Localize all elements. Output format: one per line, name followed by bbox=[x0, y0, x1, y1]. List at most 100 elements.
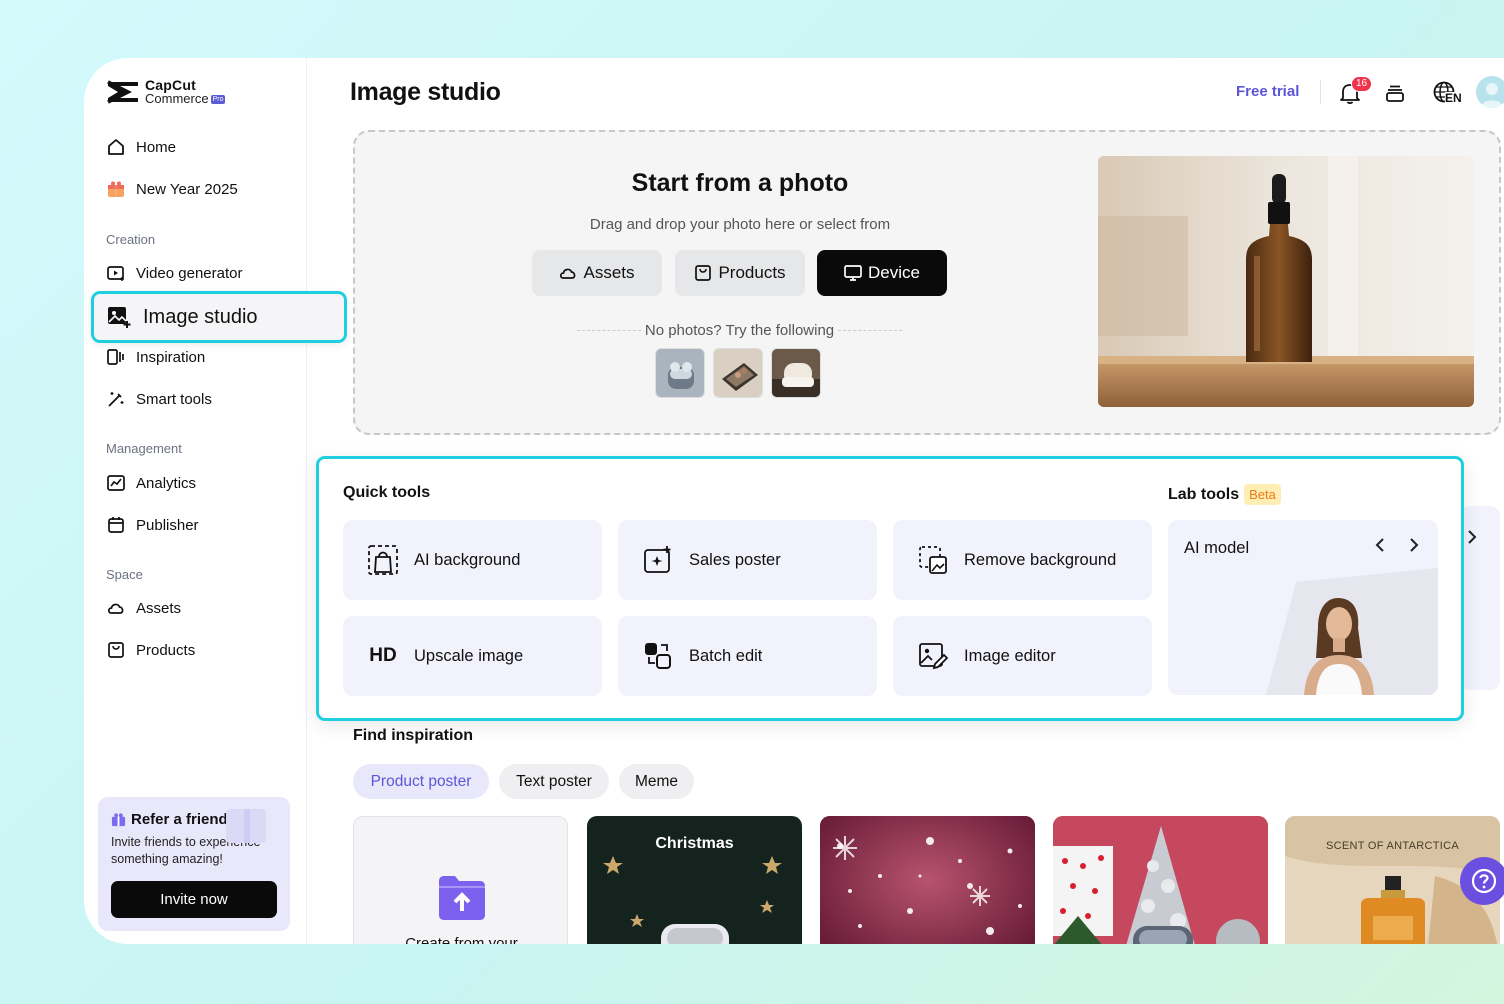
device-source-button[interactable]: Device bbox=[817, 250, 947, 296]
section-label-space: Space bbox=[106, 567, 143, 582]
inspiration-card-christmas[interactable]: Christmas bbox=[587, 816, 802, 944]
video-generator-icon bbox=[106, 263, 126, 283]
sidebar-item-label: Home bbox=[136, 138, 177, 156]
no-photos-text: No photos? Try the following bbox=[644, 322, 835, 339]
sidebar-item-smart-tools[interactable]: Smart tools bbox=[106, 385, 212, 413]
chevron-right-icon bbox=[1468, 530, 1477, 544]
sample-photo-palette[interactable] bbox=[713, 348, 763, 398]
cloud-icon bbox=[560, 268, 576, 279]
home-icon bbox=[106, 137, 126, 157]
sidebar-item-assets[interactable]: Assets bbox=[106, 594, 181, 622]
monitor-icon bbox=[844, 265, 862, 281]
sample-photo-chair[interactable] bbox=[771, 348, 821, 398]
subscription-button[interactable] bbox=[1382, 80, 1408, 106]
batch-edit-icon bbox=[642, 640, 674, 672]
refer-title: Refer a friend bbox=[131, 811, 228, 828]
sales-poster-tool[interactable]: Sales poster bbox=[618, 520, 877, 600]
chip-text-poster[interactable]: Text poster bbox=[499, 764, 609, 799]
analytics-icon bbox=[106, 473, 126, 493]
sidebar-item-products[interactable]: Products bbox=[106, 636, 195, 664]
section-label-management: Management bbox=[106, 441, 182, 456]
dropzone-subtitle: Drag and drop your photo here or select … bbox=[589, 216, 891, 233]
product-box-icon bbox=[106, 640, 126, 660]
dropzone-title: Start from a photo bbox=[631, 169, 849, 197]
ai-model-lab-card[interactable]: AI model bbox=[1168, 520, 1438, 695]
product-box-icon bbox=[695, 265, 712, 281]
assets-button-label: Assets bbox=[583, 263, 635, 282]
cloud-icon bbox=[106, 598, 126, 618]
folder-upload-icon bbox=[439, 876, 485, 920]
perfume-card-title: SCENT OF ANTARCTICA bbox=[1325, 840, 1460, 852]
inspiration-card-snow[interactable] bbox=[820, 816, 1035, 944]
christmas-poster-image bbox=[603, 856, 782, 944]
refer-friend-card: Refer a friend Invite friends to experie… bbox=[98, 797, 290, 931]
hd-icon: HD bbox=[369, 645, 397, 666]
ai-background-tool[interactable]: AI background bbox=[343, 520, 602, 600]
sample-photo-earbuds[interactable] bbox=[655, 348, 705, 398]
assets-source-button[interactable]: Assets bbox=[532, 250, 662, 296]
sidebar-item-home[interactable]: Home bbox=[106, 133, 176, 161]
language-button[interactable]: EN bbox=[1428, 80, 1462, 106]
sidebar: CapCut Commerce Pro Home New Year 2025 Cr… bbox=[84, 58, 307, 944]
app-window: CapCut Commerce Pro Home New Year 2025 Cr… bbox=[84, 58, 1504, 944]
remove-background-icon bbox=[917, 544, 949, 576]
language-code: EN bbox=[1445, 91, 1462, 105]
sidebar-item-inspiration[interactable]: Inspiration bbox=[106, 343, 205, 371]
photo-dropzone[interactable]: Start from a photo Drag and drop your ph… bbox=[353, 130, 1501, 435]
create-card-label: Create from your bbox=[405, 935, 518, 944]
sample-hero-photo bbox=[1098, 156, 1474, 407]
sidebar-item-video-generator[interactable]: Video generator bbox=[106, 259, 242, 287]
lab-tools-scroll-right[interactable] bbox=[1465, 528, 1479, 552]
pro-badge: Pro bbox=[210, 95, 226, 105]
notification-button[interactable]: 16 bbox=[1337, 76, 1373, 106]
page-title: Image studio bbox=[350, 78, 501, 106]
tool-label: Image editor bbox=[964, 646, 1056, 665]
image-editor-icon bbox=[917, 640, 949, 672]
ai-background-icon bbox=[367, 544, 399, 576]
armchair-image bbox=[772, 349, 820, 397]
tool-label: AI background bbox=[414, 550, 521, 569]
capcut-commerce-logo[interactable]: CapCut Commerce Pro bbox=[106, 78, 226, 106]
gift-icon bbox=[106, 179, 126, 199]
chip-product-poster[interactable]: Product poster bbox=[353, 764, 489, 799]
header-divider bbox=[1320, 80, 1321, 104]
tool-label: Sales poster bbox=[689, 550, 781, 569]
sidebar-item-new-year[interactable]: New Year 2025 bbox=[106, 175, 238, 203]
makeup-palette-image bbox=[714, 349, 762, 397]
help-icon bbox=[1471, 868, 1497, 894]
quick-tools-panel: Quick tools Lab tools Beta AI background… bbox=[316, 456, 1464, 721]
snowflakes-poster-image bbox=[820, 816, 1035, 944]
gift-icon bbox=[111, 813, 126, 827]
find-inspiration-title: Find inspiration bbox=[353, 727, 473, 744]
tool-label: Batch edit bbox=[689, 646, 763, 665]
beta-badge: Beta bbox=[1244, 484, 1281, 505]
sales-poster-icon bbox=[642, 544, 674, 576]
sidebar-item-label: Image studio bbox=[143, 305, 258, 328]
sidebar-item-label: Inspiration bbox=[136, 348, 206, 366]
invite-now-button[interactable]: Invite now bbox=[111, 881, 277, 918]
sidebar-item-label: New Year 2025 bbox=[136, 180, 238, 198]
remove-background-tool[interactable]: Remove background bbox=[893, 520, 1152, 600]
upscale-image-tool[interactable]: HD Upscale image bbox=[343, 616, 602, 696]
chip-meme[interactable]: Meme bbox=[619, 764, 694, 799]
products-source-button[interactable]: Products bbox=[675, 250, 805, 296]
user-avatar[interactable] bbox=[1476, 76, 1504, 108]
gift-decoration-icon bbox=[226, 809, 266, 843]
sidebar-item-image-studio[interactable]: Image studio bbox=[91, 291, 347, 343]
sidebar-item-label: Assets bbox=[136, 599, 182, 617]
image-studio-icon bbox=[107, 305, 131, 329]
free-trial-link[interactable]: Free trial bbox=[1236, 83, 1299, 100]
sidebar-item-publisher[interactable]: Publisher bbox=[106, 511, 199, 539]
inspiration-card-tree[interactable] bbox=[1053, 816, 1268, 944]
stack-icon bbox=[1386, 85, 1404, 102]
capcut-logo-icon bbox=[107, 80, 138, 104]
sidebar-item-label: Publisher bbox=[136, 516, 199, 534]
batch-edit-tool[interactable]: Batch edit bbox=[618, 616, 877, 696]
device-button-label: Device bbox=[868, 263, 920, 282]
create-from-your-card[interactable]: Create from your bbox=[353, 816, 568, 944]
image-editor-tool[interactable]: Image editor bbox=[893, 616, 1152, 696]
sidebar-item-label: Video generator bbox=[136, 264, 243, 282]
dropper-bottle-image bbox=[1098, 156, 1474, 407]
help-button[interactable] bbox=[1460, 857, 1504, 905]
sidebar-item-analytics[interactable]: Analytics bbox=[106, 469, 196, 497]
